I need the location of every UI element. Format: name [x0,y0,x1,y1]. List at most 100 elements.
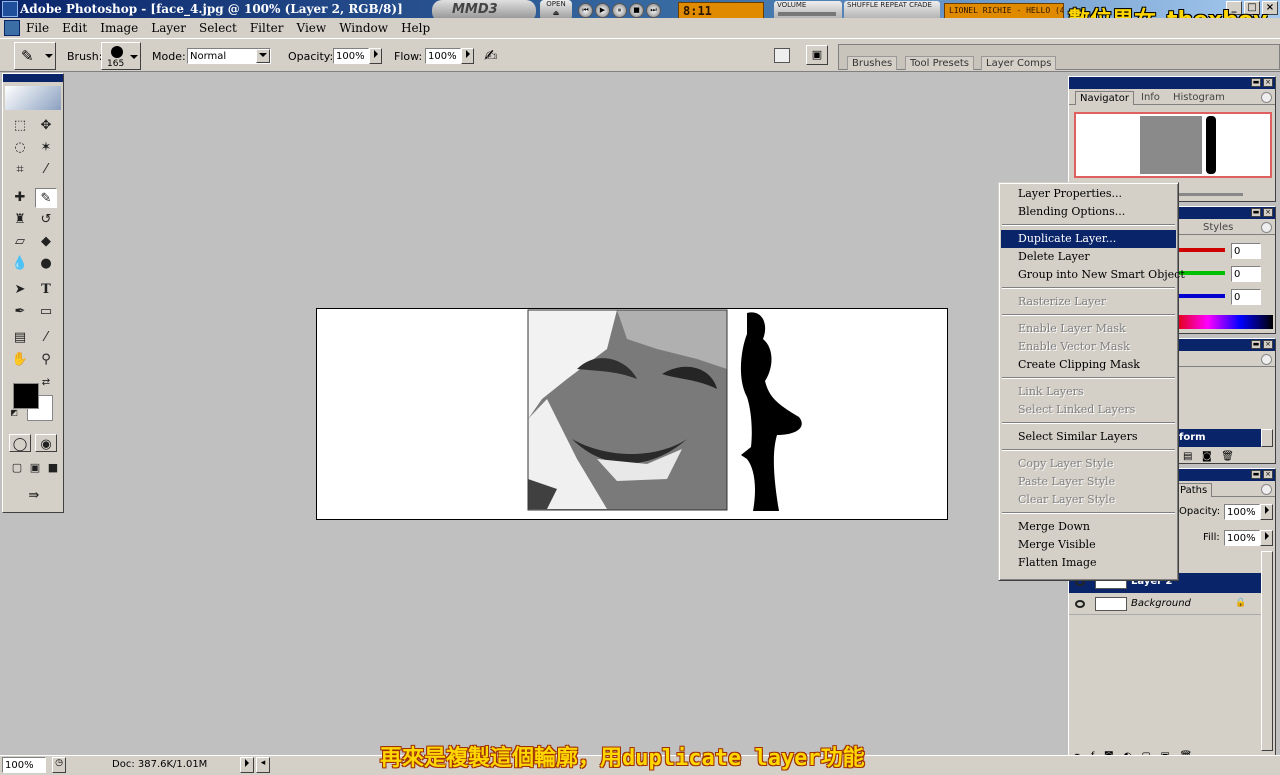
jump-to-imageready-icon[interactable]: ⇛ [11,486,57,506]
mode-select[interactable]: Normal [187,48,271,64]
hand-tool-icon[interactable]: ✋ [9,350,31,370]
menu-image[interactable]: Image [100,21,138,35]
player-open-button[interactable]: OPEN ⏏ [540,0,572,20]
tab-styles[interactable]: Styles [1199,221,1237,235]
volume-slider[interactable] [778,12,836,16]
history-footer-icons[interactable]: ▤ ◙ 🗑 [1183,451,1234,462]
navigator-thumbnail[interactable] [1074,112,1272,178]
eyedropper-tool-icon[interactable]: ⁄ [35,328,57,348]
menu-item-delete-layer[interactable]: Delete Layer [1001,248,1176,266]
clone-stamp-tool-icon[interactable]: ♜ [9,210,31,230]
menu-item-duplicate-layer[interactable]: Duplicate Layer... [1001,230,1176,248]
zoom-tool-icon[interactable]: ⚲ [35,350,57,370]
menu-filter[interactable]: Filter [250,21,284,35]
quick-mask-mode-icon[interactable]: ◉ [35,434,57,452]
layer-opacity-button[interactable] [1260,504,1273,520]
palette-menu-icon[interactable] [1261,484,1272,495]
palette-close-icon[interactable]: × [1263,78,1273,87]
palette-close-icon[interactable]: × [1263,340,1273,349]
layers-scrollbar[interactable] [1261,551,1273,751]
marquee-tool-icon[interactable]: ⬚ [9,116,31,136]
green-slider[interactable] [1179,271,1225,275]
brush-tool-icon[interactable]: ✎ [35,188,57,208]
blue-value[interactable]: 0 [1231,289,1261,305]
well-tab-brushes[interactable]: Brushes [847,56,898,70]
palette-menu-icon[interactable] [1261,92,1272,103]
palette-minimize-icon[interactable]: ▬ [1251,470,1261,479]
menu-help[interactable]: Help [401,21,430,35]
menu-edit[interactable]: Edit [62,21,87,35]
crop-tool-icon[interactable]: ⌗ [9,160,31,180]
tab-histogram[interactable]: Histogram [1169,91,1229,105]
menu-layer[interactable]: Layer [151,21,186,35]
menu-item-create-clipping-mask[interactable]: Create Clipping Mask [1001,356,1176,374]
file-browser-icon[interactable] [774,48,790,63]
swap-colors-icon[interactable]: ⇄ [39,376,53,390]
previous-icon[interactable]: ⏮ [578,3,593,18]
palette-menu-icon[interactable] [1261,222,1272,233]
healing-brush-tool-icon[interactable]: ✚ [9,188,31,208]
layer-fill-input[interactable]: 100% [1224,530,1260,546]
history-selected-state[interactable]: form [1175,429,1263,447]
opacity-slider-button[interactable] [369,48,382,64]
well-tab-layer-comps[interactable]: Layer Comps [981,56,1057,70]
standard-mode-icon[interactable]: ◯ [9,434,31,452]
eraser-tool-icon[interactable]: ▱ [9,232,31,252]
dodge-tool-icon[interactable]: ● [35,254,57,274]
type-tool-icon[interactable]: T [35,280,57,300]
screen-mode-standard-icon[interactable]: ▢ [9,460,25,476]
palette-menu-icon[interactable] [1261,354,1272,365]
palette-minimize-icon[interactable]: ▬ [1251,340,1261,349]
pause-icon[interactable]: ⏸ [612,3,627,18]
layer-row-background[interactable]: Background 🔒 [1069,595,1261,615]
pen-tool-icon[interactable]: ✒ [9,302,31,322]
move-tool-icon[interactable]: ✥ [35,116,57,136]
paint-bucket-tool-icon[interactable]: ◆ [35,232,57,252]
palette-minimize-icon[interactable]: ▬ [1251,208,1261,217]
stop-icon[interactable]: ■ [629,3,644,18]
menu-item-group-into-new-smart-object[interactable]: Group into New Smart Object [1001,266,1185,284]
palette-close-icon[interactable]: × [1263,208,1273,217]
magic-wand-tool-icon[interactable]: ✶ [35,138,57,158]
zoom-level-input[interactable]: 100% [2,757,46,773]
red-slider[interactable] [1179,248,1225,252]
path-selection-tool-icon[interactable]: ➤ [9,280,31,300]
lasso-tool-icon[interactable]: ◌ [9,138,31,158]
menu-file[interactable]: File [26,21,49,35]
photoshop-feather-logo[interactable] [5,86,61,110]
menu-item-merge-visible[interactable]: Merge Visible [1001,536,1176,554]
blur-tool-icon[interactable]: 💧 [9,254,31,274]
history-brush-tool-icon[interactable]: ↺ [35,210,57,230]
menu-view[interactable]: View [297,21,327,35]
tool-preset-picker[interactable]: ✎ [14,42,56,70]
flow-slider-button[interactable] [461,48,474,64]
play-icon[interactable]: ▶ [595,3,610,18]
airbrush-icon[interactable]: ✍ [484,46,497,65]
layer-opacity-input[interactable]: 100% [1224,504,1260,520]
menu-item-flatten-image[interactable]: Flatten Image [1001,554,1176,572]
tab-paths[interactable]: Paths [1175,483,1213,497]
document-canvas[interactable] [316,308,948,520]
menu-window[interactable]: Window [339,21,388,35]
well-tab-tool-presets[interactable]: Tool Presets [905,56,974,70]
navigator-zoom-slider[interactable] [1179,193,1243,196]
status-menu-icon[interactable]: ◷ [52,757,66,773]
flow-input[interactable]: 100% [425,48,461,64]
next-icon[interactable]: ⏭ [646,3,661,18]
menu-item-merge-down[interactable]: Merge Down [1001,518,1176,536]
document-icon[interactable] [4,20,20,36]
default-colors-icon[interactable]: ◩ [9,408,19,418]
palette-toggle-icon[interactable]: ▣ [806,45,828,65]
eye-icon[interactable] [1075,600,1085,608]
tab-navigator[interactable]: Navigator [1075,91,1134,105]
slice-tool-icon[interactable]: ⁄ [35,160,57,180]
layer-fill-button[interactable] [1260,530,1273,546]
brush-picker[interactable]: 165 [101,42,141,70]
opacity-input[interactable]: 100% [333,48,369,64]
notes-tool-icon[interactable]: ▤ [9,328,31,348]
menu-item-select-similar-layers[interactable]: Select Similar Layers [1001,428,1176,446]
mode-dropdown-button[interactable] [256,49,270,63]
palette-close-icon[interactable]: × [1263,470,1273,479]
foreground-color-swatch[interactable] [13,383,39,409]
screen-mode-full-icon[interactable]: ■ [45,460,61,476]
